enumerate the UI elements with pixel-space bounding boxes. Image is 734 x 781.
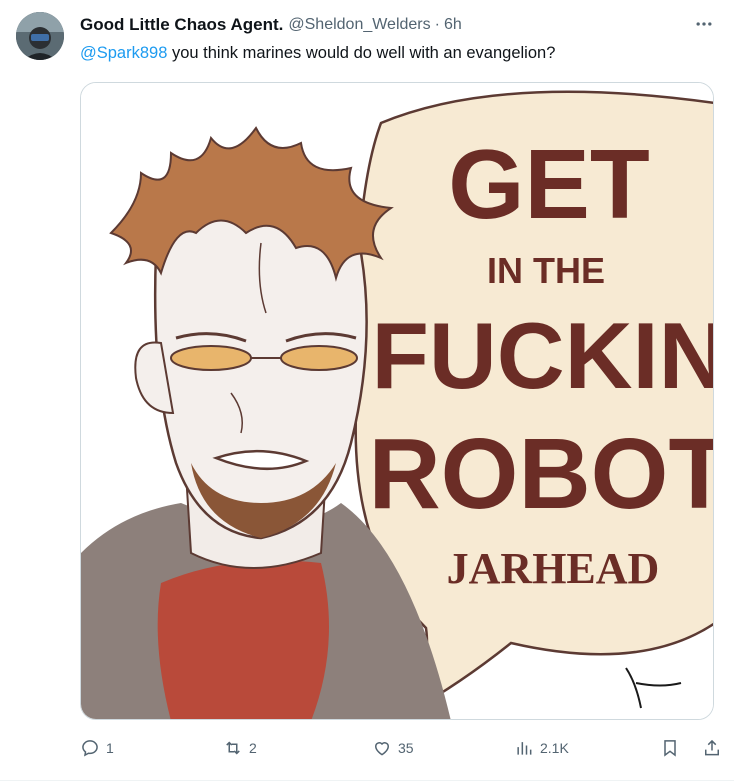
retweet-icon [226, 741, 240, 755]
retweet-button[interactable]: 2 [223, 734, 257, 762]
timestamp[interactable]: 6h [444, 16, 462, 34]
bubble-text-get: GET [448, 129, 649, 239]
tweet-text: @Spark898 you think marines would do wel… [80, 42, 718, 64]
tweet-actions: 1 2 35 2.1K [80, 734, 726, 762]
retweet-count: 2 [249, 740, 257, 756]
ellipsis-icon [696, 22, 712, 26]
tweet-body: you think marines would do well with an … [167, 44, 556, 62]
user-handle[interactable]: @Sheldon_Welders [288, 16, 430, 34]
analytics-icon [517, 742, 532, 755]
tweet-media-image[interactable]: GET IN THE FUCKIN ROBOT JARHEAD [80, 82, 714, 720]
views-count: 2.1K [540, 740, 569, 756]
heart-icon [374, 742, 390, 756]
comic-illustration: GET IN THE FUCKIN ROBOT JARHEAD [81, 83, 714, 719]
reply-icon [82, 740, 98, 757]
bookmark-icon [664, 740, 676, 757]
bubble-text-fuckin: FUCKIN [371, 303, 714, 408]
character-shirt [157, 560, 329, 719]
like-count: 35 [398, 740, 414, 756]
avatar[interactable] [16, 12, 64, 60]
avatar-image [16, 12, 64, 60]
separator-dot: · [434, 16, 440, 33]
mention-link[interactable]: @Spark898 [80, 44, 167, 62]
bookmark-button[interactable] [660, 734, 680, 762]
more-options-button[interactable] [690, 10, 718, 38]
reply-button[interactable]: 1 [80, 734, 114, 762]
tweet-header: Good Little Chaos Agent. @Sheldon_Welder… [80, 14, 718, 36]
share-icon [705, 739, 719, 756]
reply-count: 1 [106, 740, 114, 756]
like-button[interactable]: 35 [372, 734, 414, 762]
display-name[interactable]: Good Little Chaos Agent. [80, 15, 283, 35]
bubble-text-jarhead: JARHEAD [447, 544, 660, 593]
bubble-text-robot: ROBOT [368, 418, 714, 530]
tweet: Good Little Chaos Agent. @Sheldon_Welder… [0, 0, 734, 781]
bubble-text-in-the: IN THE [487, 250, 605, 291]
views-button[interactable]: 2.1K [514, 734, 569, 762]
share-button[interactable] [702, 734, 722, 762]
glasses [170, 345, 252, 371]
